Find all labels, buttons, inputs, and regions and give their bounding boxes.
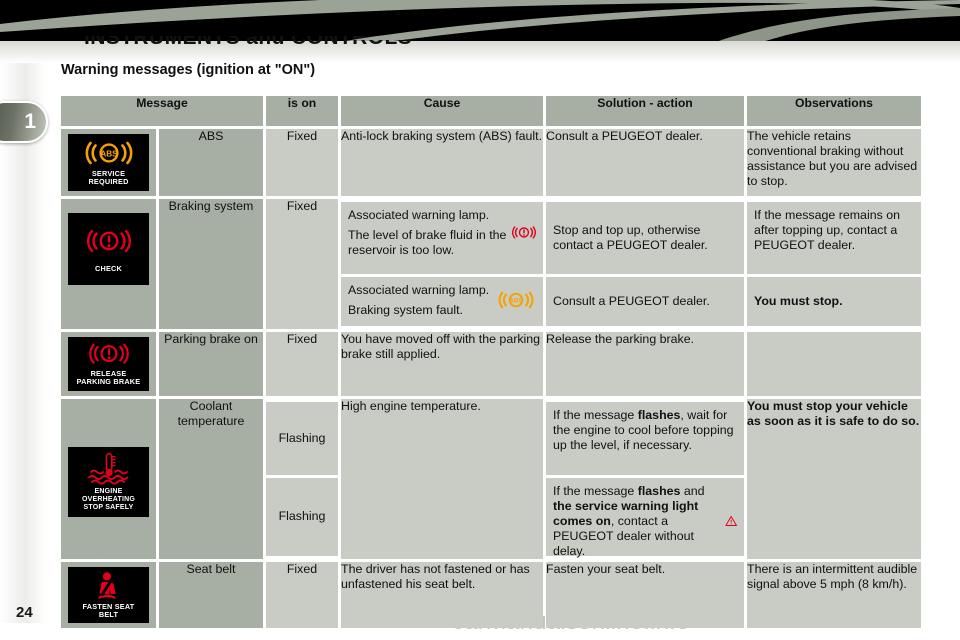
table-row: CHECK Braking system Fixed Associated wa… — [61, 198, 921, 329]
page-title: INSTRUMENTS and CONTROLS — [84, 26, 413, 49]
message-label: Parking brake on — [159, 331, 263, 396]
observation-text: There is an intermittent audible signal … — [747, 561, 921, 629]
chapter-tab[interactable]: 1 — [0, 101, 48, 143]
svg-text:ABS: ABS — [509, 298, 522, 305]
display-caption: ENGINE OVERHEATING STOP SAFELY — [81, 487, 136, 511]
observation-text: If the message remains on after topping … — [754, 207, 901, 253]
cause-subcell: Associated warning lamp. Braking system … — [341, 276, 543, 326]
left-gutter — [0, 63, 46, 623]
solution-subcell: Stop and top up, otherwise contact a PEU… — [546, 201, 744, 274]
display-tile-abs: ABS SERVICE REQUIRED — [68, 134, 149, 191]
is-on-value: Fixed — [266, 561, 338, 629]
column-header-observations: Observations — [747, 96, 921, 126]
is-on-value: Flashing — [278, 509, 326, 523]
table-row: ABS SERVICE REQUIRED ABS Fixed Anti-lock… — [61, 129, 921, 196]
solution-split-cell: If the message flashes, wait for the eng… — [546, 399, 744, 559]
is-on-subcell: Flashing — [266, 401, 338, 475]
cause-text: Anti-lock braking system (ABS) fault. — [341, 129, 543, 196]
abs-warning-icon: ABS — [85, 141, 132, 165]
message-display-cell: RELEASE PARKING BRAKE — [61, 331, 156, 396]
solution-rich-text-2: If the message flashes and the service w… — [553, 483, 705, 559]
solution-text: Consult a PEUGEOT dealer. — [546, 129, 744, 196]
display-caption: SERVICE REQUIRED — [88, 169, 129, 187]
solution-subcell: Consult a PEUGEOT dealer. — [546, 276, 744, 326]
cause-subcell: Associated warning lamp. The level of br… — [341, 201, 543, 274]
solution-subcell: If the message flashes, wait for the eng… — [546, 401, 744, 475]
solution-text: Consult a PEUGEOT dealer. — [553, 293, 710, 308]
is-on-split-cell: Flashing Flashing — [266, 399, 338, 559]
solution-split-cell: Stop and top up, otherwise contact a PEU… — [546, 199, 744, 329]
display-tile-brake-check: CHECK — [68, 212, 149, 286]
abs-warning-icon: ABS — [498, 291, 534, 309]
cause-split-cell: Associated warning lamp. The level of br… — [341, 199, 543, 329]
message-label: ABS — [159, 129, 263, 196]
warning-messages-table: Message is on Cause Solution - action Ob… — [58, 93, 924, 631]
column-header-message: Message — [61, 96, 263, 126]
message-display-cell: ENGINE OVERHEATING STOP SAFELY — [61, 398, 156, 559]
table-row: FASTEN SEAT BELT Seat belt Fixed The dri… — [61, 561, 921, 629]
cause-line-1: Associated warning lamp. — [348, 207, 490, 222]
section-heading: Warning messages (ignition at "ON") — [61, 62, 316, 78]
cause-text: High engine temperature. — [341, 398, 543, 559]
solution-text: Release the parking brake. — [546, 331, 744, 396]
brake-warning-icon — [512, 226, 536, 239]
observation-subcell: If the message remains on after topping … — [747, 201, 921, 274]
observation-text: The vehicle retains conventional braking… — [747, 129, 921, 196]
display-tile-parking-brake: RELEASE PARKING BRAKE — [68, 336, 149, 391]
seat-belt-icon — [98, 571, 117, 599]
message-label: Braking system — [159, 198, 263, 329]
brake-check-icon — [88, 343, 129, 364]
message-display-cell: CHECK — [61, 198, 156, 329]
observation-subcell: You must stop. — [747, 276, 921, 326]
solution-rich-text-1: If the message flashes, wait for the eng… — [553, 407, 734, 452]
cause-line-2: The level of brake fluid in the reservoi… — [348, 227, 507, 258]
observation-text: You must stop. — [754, 293, 843, 308]
table-header-row: Message is on Cause Solution - action Ob… — [61, 96, 921, 126]
display-tile-seat-belt: FASTEN SEAT BELT — [68, 566, 149, 624]
brake-check-icon — [86, 229, 131, 252]
cause-text: You have moved off with the parking brak… — [341, 331, 543, 396]
display-caption: RELEASE PARKING BRAKE — [76, 368, 141, 387]
warning-triangle-icon — [725, 516, 737, 527]
observation-text: You must stop your vehicle as soon as it… — [747, 398, 921, 559]
display-tile-coolant: ENGINE OVERHEATING STOP SAFELY — [68, 446, 149, 517]
is-on-value: Fixed — [266, 198, 338, 329]
svg-text:ABS: ABS — [100, 150, 118, 159]
solution-text: Stop and top up, otherwise contact a PEU… — [553, 222, 708, 252]
cause-text: The driver has not fastened or has unfas… — [341, 561, 543, 629]
is-on-value: Flashing — [278, 430, 326, 445]
display-caption: FASTEN SEAT BELT — [82, 601, 135, 619]
message-label: Coolant temperature — [159, 398, 263, 559]
solution-subcell: If the message flashes and the service w… — [546, 477, 744, 559]
column-header-solution: Solution - action — [546, 96, 744, 126]
coolant-temp-icon — [87, 452, 128, 485]
column-header-cause: Cause — [341, 96, 543, 126]
is-on-subcell: Flashing — [266, 477, 338, 556]
message-display-cell: ABS SERVICE REQUIRED — [61, 129, 156, 196]
is-on-value: Fixed — [266, 331, 338, 396]
message-label: Seat belt — [159, 561, 263, 629]
cause-line-2: Braking system fault. — [348, 302, 464, 317]
table-row: RELEASE PARKING BRAKE Parking brake on F… — [61, 331, 921, 396]
observation-text — [747, 331, 921, 396]
page-number: 24 — [16, 604, 33, 621]
observation-split-cell: If the message remains on after topping … — [747, 199, 921, 329]
cause-line-1: Associated warning lamp. — [348, 282, 490, 297]
table-row: ENGINE OVERHEATING STOP SAFELY Coolant t… — [61, 398, 921, 559]
display-caption: CHECK — [95, 263, 122, 273]
is-on-value: Fixed — [266, 129, 338, 196]
column-header-is-on: is on — [266, 96, 338, 126]
solution-text: Fasten your seat belt. — [546, 561, 744, 629]
message-display-cell: FASTEN SEAT BELT — [61, 561, 156, 629]
